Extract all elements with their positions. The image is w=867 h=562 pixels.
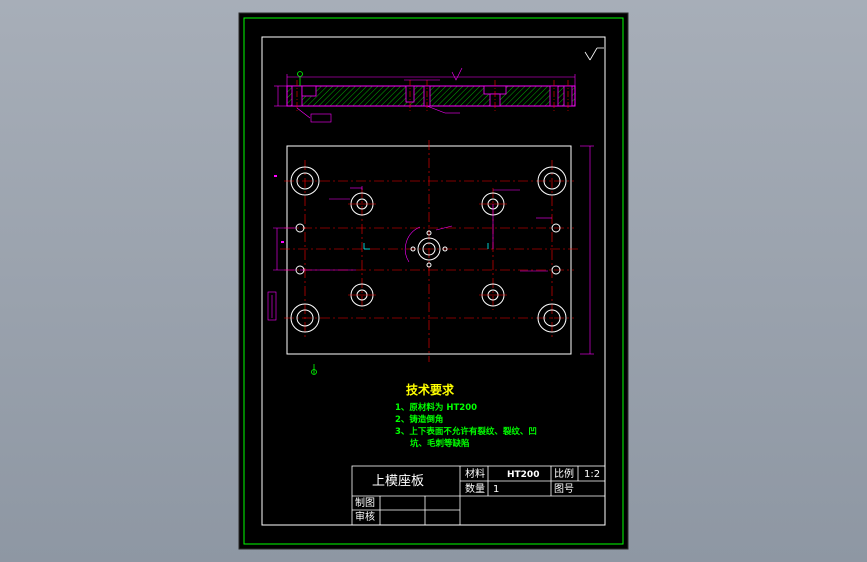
section-hole-cb-left <box>301 85 317 97</box>
tech-req-line-1: 1、原材料为 HT200 <box>395 402 477 413</box>
ratio-label: 比例 <box>554 467 574 480</box>
tech-req-line-3: 3、上下表面不允许有裂纹、裂纹、凹 <box>395 426 537 437</box>
quantity-value: 1 <box>493 484 499 495</box>
ratio-value: 1:2 <box>584 469 600 480</box>
material-label: 材料 <box>465 467 485 480</box>
tech-req-line-4: 坑、毛刺等缺陷 <box>410 438 470 449</box>
material-value: HT200 <box>507 470 539 480</box>
tech-req-title: 技术要求 <box>406 382 455 397</box>
quantity-label: 数量 <box>465 482 485 495</box>
drawn-label: 制图 <box>355 496 375 509</box>
checked-label: 审核 <box>355 510 375 523</box>
part-name: 上模座板 <box>372 474 424 489</box>
drawing-no-label: 图号 <box>554 483 574 495</box>
tech-req-line-2: 2、铸造倒角 <box>395 414 443 425</box>
cad-drawing-viewport: 技术要求 1、原材料为 HT200 2、铸造倒角 3、上下表面不允许有裂纹、裂纹… <box>238 12 629 550</box>
section-body <box>286 85 576 107</box>
